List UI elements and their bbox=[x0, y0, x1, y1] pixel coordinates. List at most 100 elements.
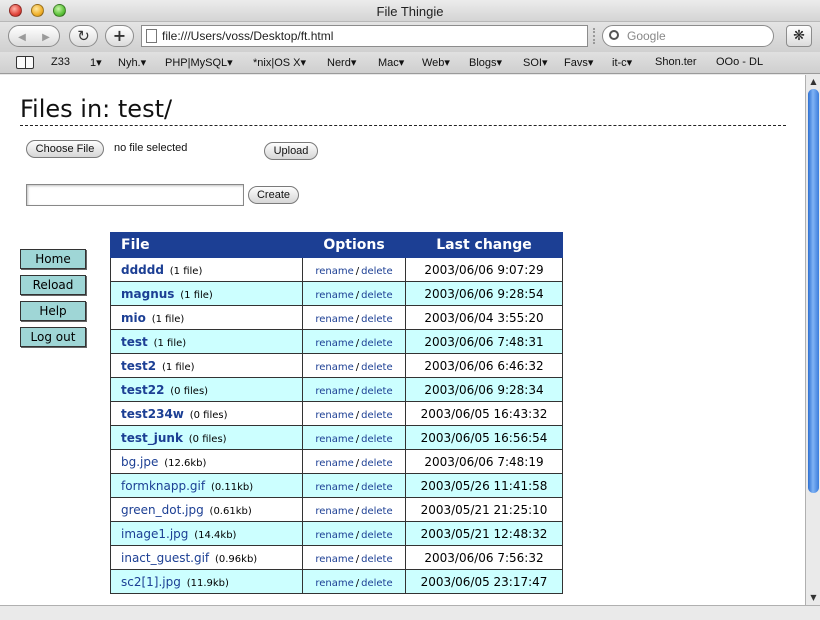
file-link[interactable]: image1.jpg bbox=[121, 527, 188, 541]
window-title: File Thingie bbox=[376, 4, 444, 19]
file-cell: test234w (0 files) bbox=[110, 401, 303, 426]
bookmarks-bar: Z33 1▾ Nyh.▾ PHP|MySQL▾ *nix|OS X▾ Nerd▾… bbox=[0, 52, 820, 74]
delete-link[interactable]: delete bbox=[361, 386, 393, 397]
create-name-input[interactable] bbox=[26, 184, 244, 206]
file-cell: green_dot.jpg (0.61kb) bbox=[110, 497, 303, 522]
bookmark-item[interactable]: Z33 bbox=[51, 56, 70, 68]
delete-link[interactable]: delete bbox=[361, 506, 393, 517]
upload-button[interactable]: Upload bbox=[264, 142, 318, 160]
bookmark-item[interactable]: it-c▾ bbox=[612, 56, 632, 69]
delete-link[interactable]: delete bbox=[361, 458, 393, 469]
file-link[interactable]: magnus bbox=[121, 287, 174, 301]
home-button[interactable]: Home bbox=[20, 249, 86, 269]
delete-link[interactable]: delete bbox=[361, 338, 393, 349]
bookmark-item[interactable]: Shon.ter bbox=[655, 56, 697, 68]
reload-button[interactable]: Reload bbox=[20, 275, 86, 295]
bookmark-item[interactable]: *nix|OS X▾ bbox=[253, 56, 306, 69]
delete-link[interactable]: delete bbox=[361, 362, 393, 373]
rename-link[interactable]: rename bbox=[315, 530, 353, 541]
back-arrow-icon[interactable]: ◀ bbox=[10, 28, 34, 48]
file-link[interactable]: inact_guest.gif bbox=[121, 551, 209, 565]
delete-link[interactable]: delete bbox=[361, 266, 393, 277]
rename-link[interactable]: rename bbox=[315, 458, 353, 469]
file-link[interactable]: formknapp.gif bbox=[121, 479, 205, 493]
search-icon bbox=[609, 30, 619, 40]
forward-arrow-icon[interactable]: ▶ bbox=[34, 28, 58, 48]
delete-link[interactable]: delete bbox=[361, 314, 393, 325]
file-link[interactable]: test22 bbox=[121, 383, 164, 397]
rename-link[interactable]: rename bbox=[315, 362, 353, 373]
delete-link[interactable]: delete bbox=[361, 530, 393, 541]
rename-link[interactable]: rename bbox=[315, 314, 353, 325]
bookmark-item[interactable]: Mac▾ bbox=[378, 56, 404, 69]
file-link[interactable]: test bbox=[121, 335, 148, 349]
scroll-up-arrow-icon[interactable]: ▲ bbox=[808, 77, 819, 87]
file-meta: (0 files) bbox=[188, 433, 227, 445]
logout-button[interactable]: Log out bbox=[20, 327, 86, 347]
bookmark-item[interactable]: Web▾ bbox=[422, 56, 450, 69]
rename-link[interactable]: rename bbox=[315, 506, 353, 517]
last-change-cell: 2003/06/06 7:48:19 bbox=[405, 449, 563, 474]
delete-link[interactable]: delete bbox=[361, 290, 393, 301]
rename-link[interactable]: rename bbox=[315, 386, 353, 397]
create-button[interactable]: Create bbox=[248, 186, 299, 204]
delete-link[interactable]: delete bbox=[361, 578, 393, 589]
address-bar[interactable]: file:///Users/voss/Desktop/ft.html bbox=[141, 25, 588, 47]
rename-link[interactable]: rename bbox=[315, 290, 353, 301]
reload-icon[interactable]: ↻ bbox=[69, 25, 98, 47]
choose-file-button[interactable]: Choose File bbox=[26, 140, 104, 158]
options-separator: / bbox=[355, 433, 360, 445]
file-cell: formknapp.gif (0.11kb) bbox=[110, 473, 303, 498]
options-cell: rename / delete bbox=[302, 281, 406, 306]
options-separator: / bbox=[355, 409, 360, 421]
status-bar bbox=[0, 605, 820, 620]
options-separator: / bbox=[355, 385, 360, 397]
toolbar-resize-grip[interactable] bbox=[593, 28, 598, 44]
bug-report-icon[interactable]: ❋ bbox=[786, 25, 812, 47]
file-link[interactable]: bg.jpe bbox=[121, 455, 158, 469]
options-cell: rename / delete bbox=[302, 449, 406, 474]
file-link[interactable]: sc2[1].jpg bbox=[121, 575, 181, 589]
bookmark-item[interactable]: PHP|MySQL▾ bbox=[165, 56, 233, 69]
rename-link[interactable]: rename bbox=[315, 434, 353, 445]
file-link[interactable]: test_junk bbox=[121, 431, 183, 445]
options-cell: rename / delete bbox=[302, 353, 406, 378]
file-link[interactable]: green_dot.jpg bbox=[121, 503, 204, 517]
column-header-options: Options bbox=[302, 232, 406, 258]
bookmarks-book-icon[interactable] bbox=[16, 56, 34, 69]
delete-link[interactable]: delete bbox=[361, 482, 393, 493]
bookmark-item[interactable]: SOI▾ bbox=[523, 56, 547, 69]
rename-link[interactable]: rename bbox=[315, 554, 353, 565]
bookmark-item[interactable]: Nerd▾ bbox=[327, 56, 356, 69]
rename-link[interactable]: rename bbox=[315, 338, 353, 349]
bookmark-item[interactable]: 1▾ bbox=[90, 56, 102, 69]
help-button[interactable]: Help bbox=[20, 301, 86, 321]
scroll-thumb[interactable] bbox=[808, 89, 819, 493]
options-cell: rename / delete bbox=[302, 401, 406, 426]
vertical-scrollbar[interactable]: ▲ ▼ bbox=[805, 75, 820, 605]
file-meta: (1 file) bbox=[153, 337, 187, 349]
file-link[interactable]: test2 bbox=[121, 359, 156, 373]
rename-link[interactable]: rename bbox=[315, 410, 353, 421]
rename-link[interactable]: rename bbox=[315, 482, 353, 493]
last-change-cell: 2003/06/06 9:28:34 bbox=[405, 377, 563, 402]
file-link[interactable]: ddddd bbox=[121, 263, 164, 277]
scroll-down-arrow-icon[interactable]: ▼ bbox=[808, 593, 819, 603]
delete-link[interactable]: delete bbox=[361, 410, 393, 421]
bookmark-item[interactable]: OOo - DL bbox=[716, 56, 763, 68]
bookmark-item[interactable]: Blogs▾ bbox=[469, 56, 502, 69]
bookmark-item[interactable]: Favs▾ bbox=[564, 56, 593, 69]
options-separator: / bbox=[355, 505, 360, 517]
delete-link[interactable]: delete bbox=[361, 554, 393, 565]
add-bookmark-icon[interactable]: + bbox=[105, 25, 134, 47]
delete-link[interactable]: delete bbox=[361, 434, 393, 445]
address-text: file:///Users/voss/Desktop/ft.html bbox=[162, 29, 334, 43]
bookmark-item[interactable]: Nyh.▾ bbox=[118, 56, 146, 69]
file-link[interactable]: mio bbox=[121, 311, 146, 325]
file-cell: inact_guest.gif (0.96kb) bbox=[110, 545, 303, 570]
rename-link[interactable]: rename bbox=[315, 578, 353, 589]
file-link[interactable]: test234w bbox=[121, 407, 184, 421]
back-forward-buttons[interactable]: ◀ ▶ bbox=[8, 25, 60, 47]
search-field[interactable]: Google bbox=[602, 25, 774, 47]
rename-link[interactable]: rename bbox=[315, 266, 353, 277]
